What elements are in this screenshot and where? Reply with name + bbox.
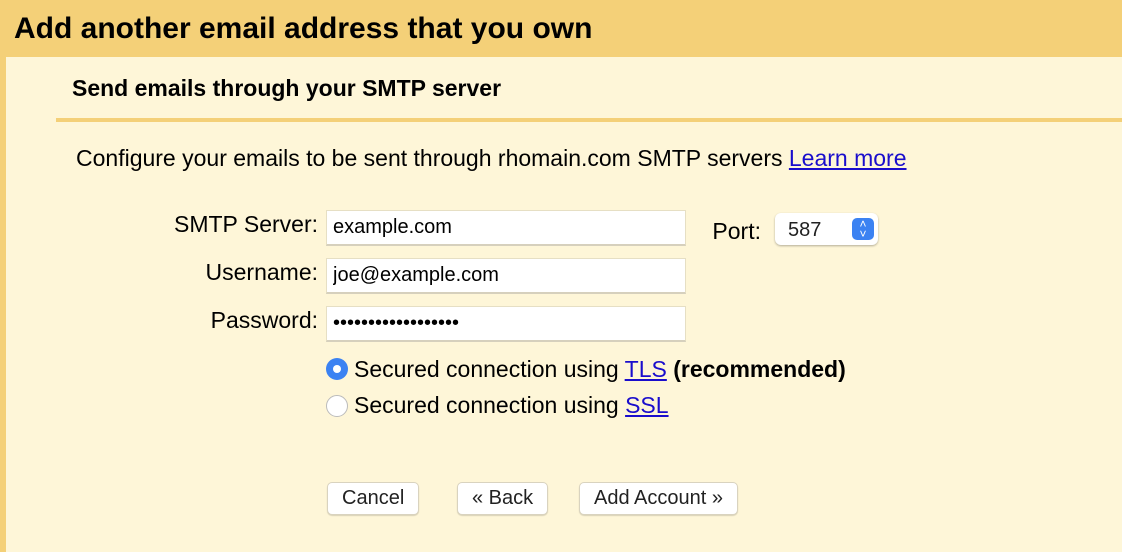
- divider: [56, 118, 1122, 122]
- tls-radio[interactable]: [326, 358, 348, 380]
- ssl-option-label: Secured connection using SSL: [354, 392, 669, 419]
- recommended-text: (recommended): [666, 356, 846, 382]
- stepper-arrows-icon: ˄ ˅: [852, 218, 874, 240]
- dialog-title: Add another email address that you own: [14, 12, 593, 45]
- back-button[interactable]: « Back: [457, 482, 549, 515]
- smtp-server-label: SMTP Server:: [174, 211, 318, 237]
- tls-text: Secured connection using: [354, 356, 625, 382]
- learn-more-link[interactable]: Learn more: [789, 145, 907, 171]
- ssl-text: Secured connection using: [354, 392, 626, 418]
- dialog-panel: Send emails through your SMTP server Con…: [6, 57, 1122, 552]
- ssl-radio[interactable]: [326, 395, 348, 417]
- password-input[interactable]: [326, 306, 686, 342]
- port-select[interactable]: 587 ˄ ˅: [775, 213, 878, 245]
- ssl-link[interactable]: SSL: [625, 392, 668, 418]
- description-text: Configure your emails to be sent through…: [76, 145, 789, 171]
- tls-option-label: Secured connection using TLS (recommende…: [354, 356, 846, 383]
- cancel-button[interactable]: Cancel: [327, 482, 420, 515]
- username-input[interactable]: [326, 258, 686, 294]
- description: Configure your emails to be sent through…: [76, 145, 907, 172]
- tls-link[interactable]: TLS: [625, 356, 667, 382]
- add-account-button[interactable]: Add Account »: [579, 482, 738, 515]
- section-title: Send emails through your SMTP server: [72, 75, 502, 101]
- username-label: Username:: [205, 259, 318, 285]
- port-value: 587: [788, 219, 822, 241]
- password-label: Password:: [210, 307, 318, 333]
- port-label: Port:: [712, 218, 761, 244]
